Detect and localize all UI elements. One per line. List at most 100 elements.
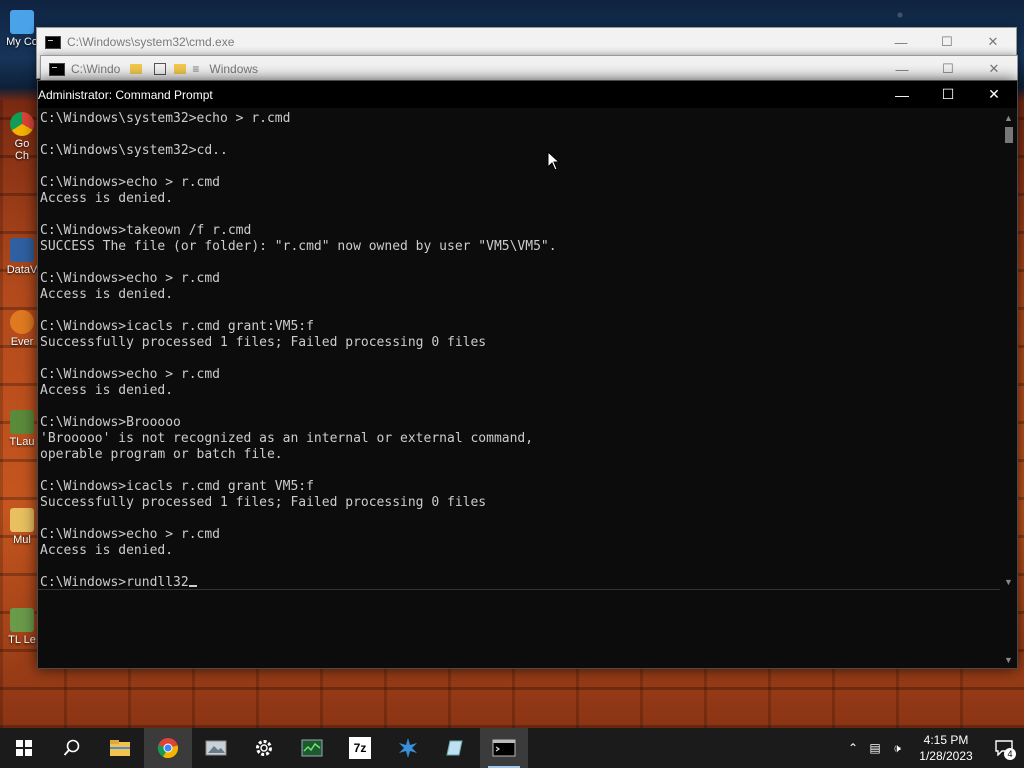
console-divider (38, 589, 1000, 590)
cmd-icon (45, 35, 61, 49)
console-line: C:\Windows\system32>cd.. (40, 143, 228, 158)
scrollbar[interactable]: ▲ ▼ (1001, 111, 1017, 589)
desktop-icon-label: Mul (13, 534, 31, 546)
clock-time: 4:15 PM (923, 733, 969, 747)
chevron-up-icon[interactable]: ⌃ (842, 741, 864, 755)
cmd-window-background-2[interactable]: C:\Windo ≡ Windows — ☐ ✕ (40, 55, 1018, 83)
window-title: C:\Windows\system32\cmd.exe (67, 35, 235, 49)
console-line: Access is denied. (40, 383, 174, 398)
desktop-icon-ever[interactable]: Ever (2, 310, 42, 348)
console-line: C:\Windows>icacls r.cmd grant VM5:f (40, 479, 314, 494)
taskbar-chrome[interactable] (144, 728, 192, 768)
window-title: Administrator: Command Prompt (38, 87, 213, 102)
console-line: C:\Windows>echo > r.cmd (40, 175, 221, 190)
folder-icon (130, 64, 143, 74)
command-prompt-window[interactable]: Administrator: Command Prompt — ☐ ✕ C:\W… (37, 80, 1018, 669)
chrome-icon (10, 112, 34, 136)
windows-logo-icon (16, 740, 32, 756)
image-viewer-icon (205, 740, 227, 756)
start-button[interactable] (0, 728, 48, 768)
folder-icon (10, 508, 34, 532)
app-icon (399, 738, 417, 758)
shortcut-icon (10, 310, 34, 334)
console-output[interactable]: C:\Windows\system32>echo > r.cmd C:\Windo… (40, 111, 998, 589)
taskbar-image-app[interactable] (192, 728, 240, 768)
taskbar-app[interactable] (384, 728, 432, 768)
taskbar-notepad[interactable] (432, 728, 480, 768)
desktop-icon-label: Go Ch (14, 138, 30, 162)
console-line: SUCCESS The file (or folder): "r.cmd" no… (40, 239, 557, 254)
console-line: Access is denied. (40, 191, 174, 206)
scrollbar-thumb[interactable] (1005, 127, 1013, 143)
clock[interactable]: 4:15 PM 1/28/2023 (908, 732, 984, 764)
minimize-button[interactable]: — (878, 28, 924, 56)
desktop-icon-tlauncher[interactable]: TLau (2, 410, 42, 448)
console-line: 'Brooooo' is not recognized as an intern… (40, 431, 534, 446)
desktop-icon-tl-legacy[interactable]: TL Le (2, 608, 42, 646)
folder-icon (174, 64, 187, 74)
minecraft-icon (10, 410, 34, 434)
scroll-up-icon[interactable]: ▲ (1004, 113, 1013, 123)
mouse-pointer-icon (547, 151, 561, 171)
chrome-icon (157, 738, 179, 759)
window-titlebar[interactable]: C:\Windows\system32\cmd.exe (37, 28, 1016, 56)
taskbar-settings[interactable] (240, 728, 288, 768)
notification-badge: 4 (1004, 748, 1016, 760)
console-line: C:\Windows>echo > r.cmd (40, 271, 221, 286)
minimize-button[interactable]: — (879, 56, 925, 82)
scrollbar-lower[interactable]: ▼ (1001, 591, 1017, 667)
network-icon[interactable]: ▤ (864, 741, 886, 755)
maximize-button[interactable]: ☐ (925, 81, 971, 108)
console-line: Successfully processed 1 files; Failed p… (40, 495, 487, 510)
dropdown-icon: ≡ (192, 62, 200, 76)
desktop-icon-label: DataV (6, 264, 38, 276)
close-button[interactable]: ✕ (971, 56, 1017, 82)
console-line: C:\Windows>Brooooo (40, 415, 181, 430)
desktop-icon-mul[interactable]: Mul (2, 508, 42, 546)
notepad-icon (446, 740, 463, 756)
maximize-button[interactable]: ☐ (924, 28, 970, 56)
console-line: Successfully processed 1 files; Failed p… (40, 335, 487, 350)
desktop-icon-chrome[interactable]: Go Ch (2, 112, 42, 162)
desktop-icon-label: TL Le (8, 634, 36, 646)
text-cursor (188, 585, 197, 587)
close-button[interactable]: ✕ (970, 28, 1016, 56)
scroll-down-icon[interactable]: ▼ (1004, 577, 1013, 587)
notification-center-button[interactable]: 4 (984, 728, 1024, 768)
volume-icon[interactable]: 🕩 (886, 741, 908, 756)
system-tray: ⌃ ▤ 🕩 4:15 PM 1/28/2023 4 (842, 728, 1024, 768)
shortcut-icon (10, 238, 34, 262)
console-line: C:\Windows\system32>echo > r.cmd (40, 111, 291, 126)
notepad-icon (154, 63, 167, 75)
file-explorer-icon (110, 740, 130, 756)
taskbar-7zip[interactable]: 7z (336, 728, 384, 768)
console-line: Access is denied. (40, 287, 174, 302)
settings-icon (256, 740, 272, 756)
search-button[interactable] (48, 728, 96, 768)
search-icon (63, 739, 80, 756)
command-prompt-icon (492, 739, 516, 757)
taskbar-file-explorer[interactable] (96, 728, 144, 768)
taskbar-task-manager[interactable] (288, 728, 336, 768)
window-titlebar[interactable]: Administrator: Command Prompt — ☐ ✕ (38, 81, 1017, 108)
minimize-button[interactable]: — (879, 81, 925, 108)
desktop-icon-label: TLau (9, 436, 35, 448)
minecraft-icon (10, 608, 34, 632)
maximize-button[interactable]: ☐ (925, 56, 971, 82)
taskbar: 7z ⌃ ▤ 🕩 4:15 PM 1/28/2023 4 (0, 728, 1024, 768)
console-line: C:\Windows>echo > r.cmd (40, 367, 221, 382)
task-manager-icon (301, 739, 323, 757)
console-line: C:\Windows>takeown /f r.cmd (40, 223, 252, 238)
close-button[interactable]: ✕ (971, 81, 1017, 108)
desktop-icon-data[interactable]: DataV (2, 238, 42, 276)
cmd-icon (49, 62, 65, 76)
scroll-down-icon[interactable]: ▼ (1004, 655, 1013, 665)
taskbar-command-prompt[interactable] (480, 728, 528, 768)
window-titlebar[interactable]: C:\Windo ≡ Windows (41, 56, 1017, 82)
console-line: C:\Windows>echo > r.cmd (40, 527, 221, 542)
